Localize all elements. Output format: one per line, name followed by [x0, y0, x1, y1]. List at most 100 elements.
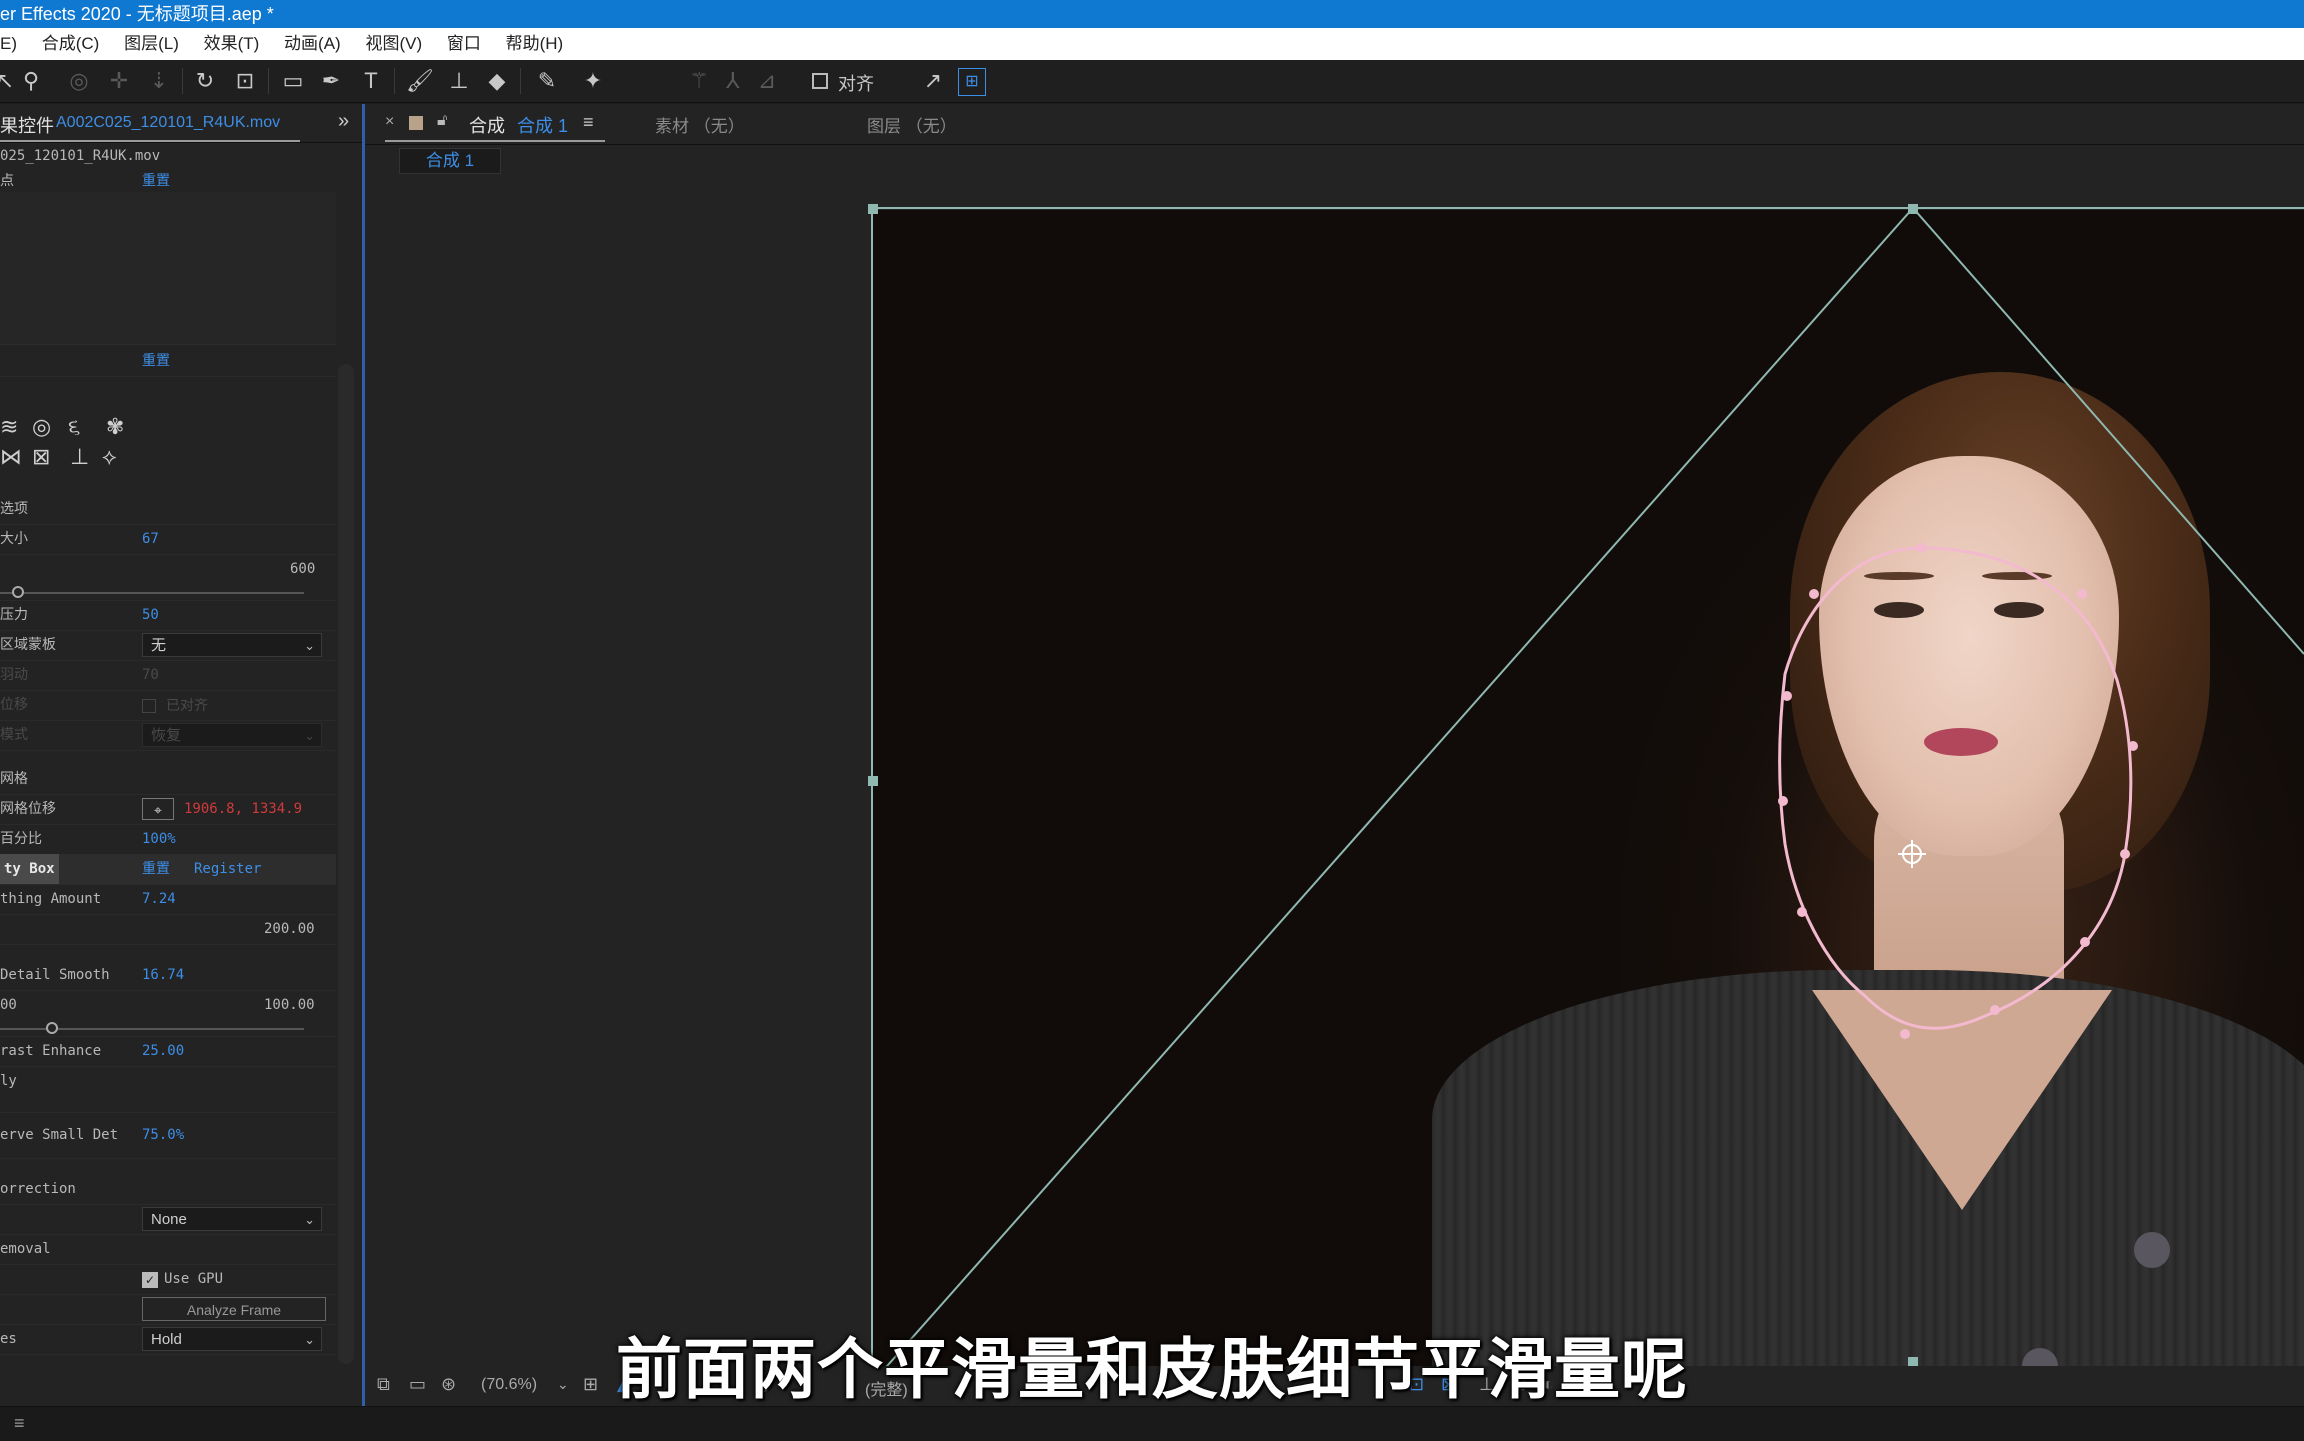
puppet-pin-tool-icon[interactable]: ✦: [580, 68, 606, 94]
pucker-tool-icon[interactable]: ✾: [106, 414, 124, 440]
face-mask-path[interactable]: [1778, 546, 2133, 1030]
shift-pixels-tool-icon[interactable]: ⊠: [32, 444, 50, 470]
composition-tab-prefix[interactable]: 合成: [469, 112, 505, 138]
chevron-down-icon: ⌄: [304, 728, 315, 743]
align-checkbox[interactable]: [812, 73, 828, 89]
snapping-icon[interactable]: ↗: [920, 68, 946, 94]
bloat-tool-icon[interactable]: ⋈: [0, 444, 22, 470]
close-tab-icon[interactable]: ×: [385, 113, 394, 131]
menu-help[interactable]: 帮助(H): [506, 34, 564, 53]
mesh-offset-value[interactable]: 1906.8, 1334.9: [184, 794, 302, 824]
mask-vertex[interactable]: [1990, 1005, 2000, 1015]
effect-controls-tab-file[interactable]: A002C025_120101_R4UK.mov: [56, 114, 280, 132]
video-subtitle: 前面两个平滑量和皮肤细节平滑量呢: [616, 1332, 1688, 1406]
menu-layer[interactable]: 图层(L): [124, 34, 179, 53]
brush-size-slider-knob[interactable]: [12, 586, 25, 598]
pen-tool-icon[interactable]: ✒: [318, 68, 344, 94]
contrast-enhance-value[interactable]: 25.00: [142, 1036, 184, 1066]
mask-vertex[interactable]: [2120, 849, 2130, 859]
clone-tool-icon[interactable]: ⊥: [70, 444, 89, 470]
viewer-overlay: [868, 204, 2304, 1369]
brush-size-slider[interactable]: [0, 592, 304, 594]
effect-row-reset: 重置: [0, 346, 336, 377]
mask-vertex[interactable]: [1782, 691, 1792, 701]
clone-stamp-tool-icon[interactable]: ⊥: [446, 68, 472, 94]
effect-row-smoothing-max: 200.00: [0, 914, 336, 945]
warp-tool-icon[interactable]: ≋: [0, 414, 18, 440]
detail-smooth-slider-knob[interactable]: [45, 1022, 58, 1034]
panel-menu-icon[interactable]: ≡: [583, 112, 594, 133]
orbit-camera-tool-icon[interactable]: ◎: [66, 68, 92, 94]
mask-vertex[interactable]: [1809, 589, 1819, 599]
mask-vertex[interactable]: [2080, 937, 2090, 947]
composition-breadcrumb[interactable]: 合成 1: [399, 148, 501, 174]
liquify-tools-group: ≋ ◎ ૬ ✾ ⋈ ⊠ ⊥ ⟡: [0, 414, 140, 474]
reset-link[interactable]: 重置: [142, 854, 170, 884]
effect-row-removal: emoval: [0, 1234, 336, 1265]
preserve-small-detail-value[interactable]: 75.0%: [142, 1112, 184, 1158]
reset-link[interactable]: 重置: [142, 346, 170, 376]
source-file-name: 025_120101_R4UK.mov: [0, 148, 161, 164]
lock-icon[interactable]: 🔓︎: [437, 112, 447, 130]
crosshair-icon[interactable]: ⌖: [142, 798, 174, 820]
effect-row-point: 点 重置: [0, 170, 336, 192]
composition-viewer[interactable]: [365, 184, 2304, 1380]
align-label: 对齐: [838, 74, 874, 94]
register-link[interactable]: Register: [194, 854, 261, 884]
brush-tool-icon[interactable]: 🖌︎: [406, 68, 434, 94]
mask-vertex[interactable]: [2077, 589, 2087, 599]
pan-behind-tool-icon[interactable]: ⊡: [232, 68, 258, 94]
menu-animation[interactable]: 动画(A): [284, 34, 341, 53]
rectangle-tool-icon[interactable]: ▭: [280, 68, 306, 94]
local-axis-mode-icon[interactable]: ⚚: [686, 68, 712, 94]
top-handle[interactable]: [1908, 204, 1918, 214]
effect-controls-tab-title[interactable]: 果控件: [0, 112, 54, 138]
layer-tab[interactable]: 图层 （无）: [867, 112, 957, 137]
composition-tab-name[interactable]: 合成 1: [517, 112, 568, 138]
world-axis-mode-icon[interactable]: ⅄: [720, 68, 746, 94]
mask-vertex[interactable]: [2128, 741, 2138, 751]
mask-vertex[interactable]: [1797, 907, 1807, 917]
dolly-camera-tool-icon[interactable]: ⇣: [146, 68, 172, 94]
detail-smooth-value[interactable]: 16.74: [142, 960, 184, 990]
effect-row-feather: 羽动 70: [0, 660, 336, 691]
type-tool-icon[interactable]: T: [358, 68, 384, 94]
mask-vertex[interactable]: [1900, 1029, 1910, 1039]
menu-edit[interactable]: E): [0, 34, 17, 53]
twirl-tool-icon[interactable]: ૬: [68, 414, 80, 440]
menu-composition[interactable]: 合成(C): [42, 34, 100, 53]
left-handle[interactable]: [868, 776, 878, 786]
mask-vertex[interactable]: [1916, 543, 1926, 553]
eraser-tool-icon[interactable]: ◆: [484, 68, 510, 94]
area-mask-dropdown[interactable]: 无 ⌄: [142, 633, 322, 657]
use-gpu-checkbox[interactable]: ✓: [142, 1272, 158, 1288]
reset-link[interactable]: 重置: [142, 170, 170, 192]
brush-size-value[interactable]: 67: [142, 524, 159, 554]
footage-tab[interactable]: 素材 （无）: [655, 112, 745, 137]
rotate-tool-icon[interactable]: ↻: [192, 68, 218, 94]
roto-brush-tool-icon[interactable]: ✎: [534, 68, 560, 94]
view-axis-mode-icon[interactable]: ⊿: [754, 68, 780, 94]
panel-overflow-chevron-icon[interactable]: »: [338, 110, 349, 133]
menu-effect[interactable]: 效果(T): [204, 34, 260, 53]
percent-value[interactable]: 100%: [142, 824, 176, 854]
mask-vertex[interactable]: [1778, 796, 1788, 806]
panel-scrollbar[interactable]: [338, 364, 354, 1364]
smoothing-amount-value[interactable]: 7.24: [142, 884, 176, 914]
corner-handle[interactable]: [868, 204, 878, 214]
menu-window[interactable]: 窗口: [447, 34, 481, 53]
menu-view[interactable]: 视图(V): [365, 34, 422, 53]
correction-dropdown[interactable]: None ⌄: [142, 1207, 322, 1231]
hand-tool-icon[interactable]: ↖: [0, 68, 18, 94]
effect-header-beauty-box: ty Box 重置 Register: [0, 854, 336, 885]
turbulence-tool-icon[interactable]: ◎: [32, 414, 51, 440]
tools-toolbar: ↖ ⚲ ◎ ✛ ⇣ ↻ ⊡ ▭ ✒ T 🖌︎ ⊥ ◆ ✎ ✦ ⚚ ⅄ ⊿ 对齐 …: [0, 60, 2304, 103]
pressure-value[interactable]: 50: [142, 600, 159, 630]
menu-icon[interactable]: ≡: [14, 1413, 25, 1434]
beauty-box-effect-name[interactable]: ty Box: [0, 854, 59, 884]
zoom-tool-icon[interactable]: ⚲: [18, 68, 44, 94]
snap-options-icon[interactable]: ⊞: [958, 68, 986, 96]
reconstruct-tool-icon[interactable]: ⟡: [102, 444, 117, 470]
pan-camera-tool-icon[interactable]: ✛: [106, 68, 132, 94]
effect-row-brush-size: 大小 67: [0, 524, 336, 555]
